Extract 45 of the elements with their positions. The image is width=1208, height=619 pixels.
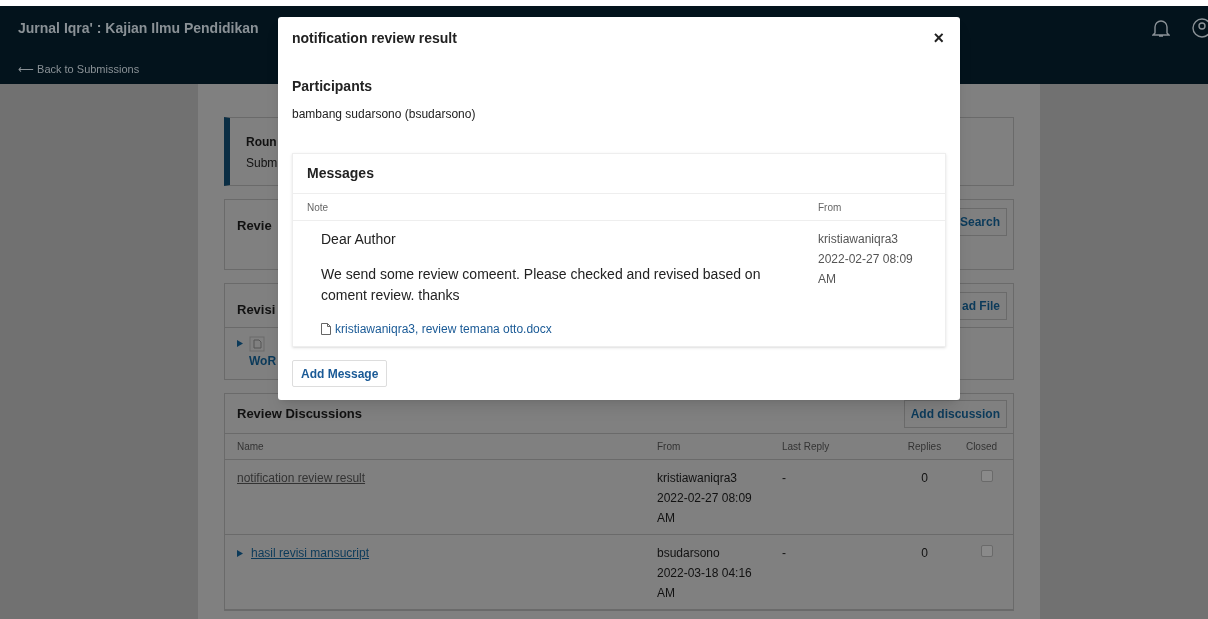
card-title: Revie — [237, 217, 272, 235]
discussion-link[interactable]: notification review result — [237, 468, 366, 488]
bell-icon[interactable] — [1152, 18, 1170, 38]
column-header: Name — [237, 440, 265, 454]
message-time: 2022-02-27 08:09 AM — [818, 251, 914, 288]
file-link[interactable]: WoR — [249, 352, 277, 370]
column-header: From — [657, 440, 682, 454]
section-heading: Messages — [307, 164, 374, 183]
user-icon[interactable] — [1192, 18, 1208, 38]
section-heading: Participants — [292, 77, 374, 96]
column-header: Note — [307, 200, 330, 215]
add-message-button[interactable]: Add Message — [292, 360, 388, 387]
round-title: Roun — [246, 134, 278, 151]
column-header: Closed — [965, 440, 998, 454]
back-link[interactable]: ⟵ Back to Submissions — [18, 61, 259, 78]
attachment-link[interactable]: kristiawaniqra3, review temana otto.docx — [335, 320, 552, 338]
journal-title: Jurnal Iqra' : Kajian Ilmu Pendidikan — [18, 19, 259, 38]
closed-checkbox[interactable] — [981, 470, 993, 482]
message-sender: kristiawaniqra3 — [818, 231, 900, 248]
from-time: 2022-02-27 08:09 AM — [657, 490, 752, 527]
card-title: Review Discussions — [237, 404, 362, 423]
card-title: Revisi — [237, 301, 276, 319]
reply-count: 0 — [921, 545, 928, 562]
document-icon — [249, 336, 265, 352]
expand-icon[interactable] — [237, 549, 243, 557]
column-header: Replies — [907, 440, 942, 454]
modal-title: notification review result — [292, 28, 457, 48]
round-subtitle: Subm — [246, 155, 279, 172]
message-body: We send some review comeent. Please checked and revised based on coment review. thanks — [321, 265, 762, 305]
from-time: 2022-03-18 04:16 AM — [657, 565, 752, 602]
column-header: From — [818, 200, 843, 215]
file-icon — [321, 323, 331, 335]
message-greeting: Dear Author — [321, 230, 397, 249]
discussion-link[interactable]: hasil revisi mansucript — [251, 543, 370, 563]
from-user: bsudarsono — [657, 545, 721, 562]
column-header: Last Reply — [782, 440, 831, 454]
expand-icon[interactable] — [237, 340, 243, 347]
add-discussion-button[interactable]: Add discussion — [903, 399, 1007, 428]
participant-name: bambang sudarsono (bsudarsono) — [292, 106, 477, 123]
closed-checkbox[interactable] — [981, 545, 993, 557]
reply-count: 0 — [921, 470, 928, 487]
last-reply: - — [782, 470, 787, 487]
last-reply: - — [782, 545, 787, 562]
close-button[interactable]: × — [933, 29, 944, 47]
from-user: kristiawaniqra3 — [657, 470, 739, 487]
